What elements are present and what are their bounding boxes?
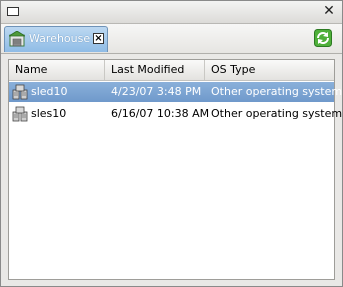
title-bar: ✕ [1,1,342,24]
tab-close-icon[interactable]: × [93,33,104,44]
window-menu-icon[interactable] [7,7,19,16]
refresh-icon[interactable] [314,29,332,47]
table-header: Name Last Modified OS Type [9,60,334,81]
vm-machine-icon [12,106,28,122]
row-last-modified: 4/23/07 3:48 PM [111,85,202,98]
main-window: ✕ Warehouse × Name Last Modified OS Type… [0,0,343,287]
row-name: sles10 [31,107,67,120]
row-os-type: Other operating system [211,85,343,98]
tab-bar: Warehouse × [1,24,342,54]
vm-machine-icon [12,84,28,100]
column-header-name[interactable]: Name [9,60,105,80]
table-row[interactable]: sled10 4/23/07 3:48 PM Other operating s… [9,82,342,102]
vm-table: Name Last Modified OS Type sled10 4/23/0… [8,59,342,280]
column-header-last-modified[interactable]: Last Modified [105,60,205,80]
tab-label: Warehouse [29,32,91,45]
row-name: sled10 [31,85,68,98]
tab-warehouse[interactable]: Warehouse × [4,26,108,52]
close-icon[interactable]: ✕ [322,4,336,18]
warehouse-icon [9,31,25,47]
column-header-os-type[interactable]: OS Type [205,60,334,80]
row-last-modified: 6/16/07 10:38 AM [111,107,210,120]
row-os-type: Other operating system [211,107,343,120]
table-row[interactable]: sles10 6/16/07 10:38 AM Other operating … [9,104,342,124]
